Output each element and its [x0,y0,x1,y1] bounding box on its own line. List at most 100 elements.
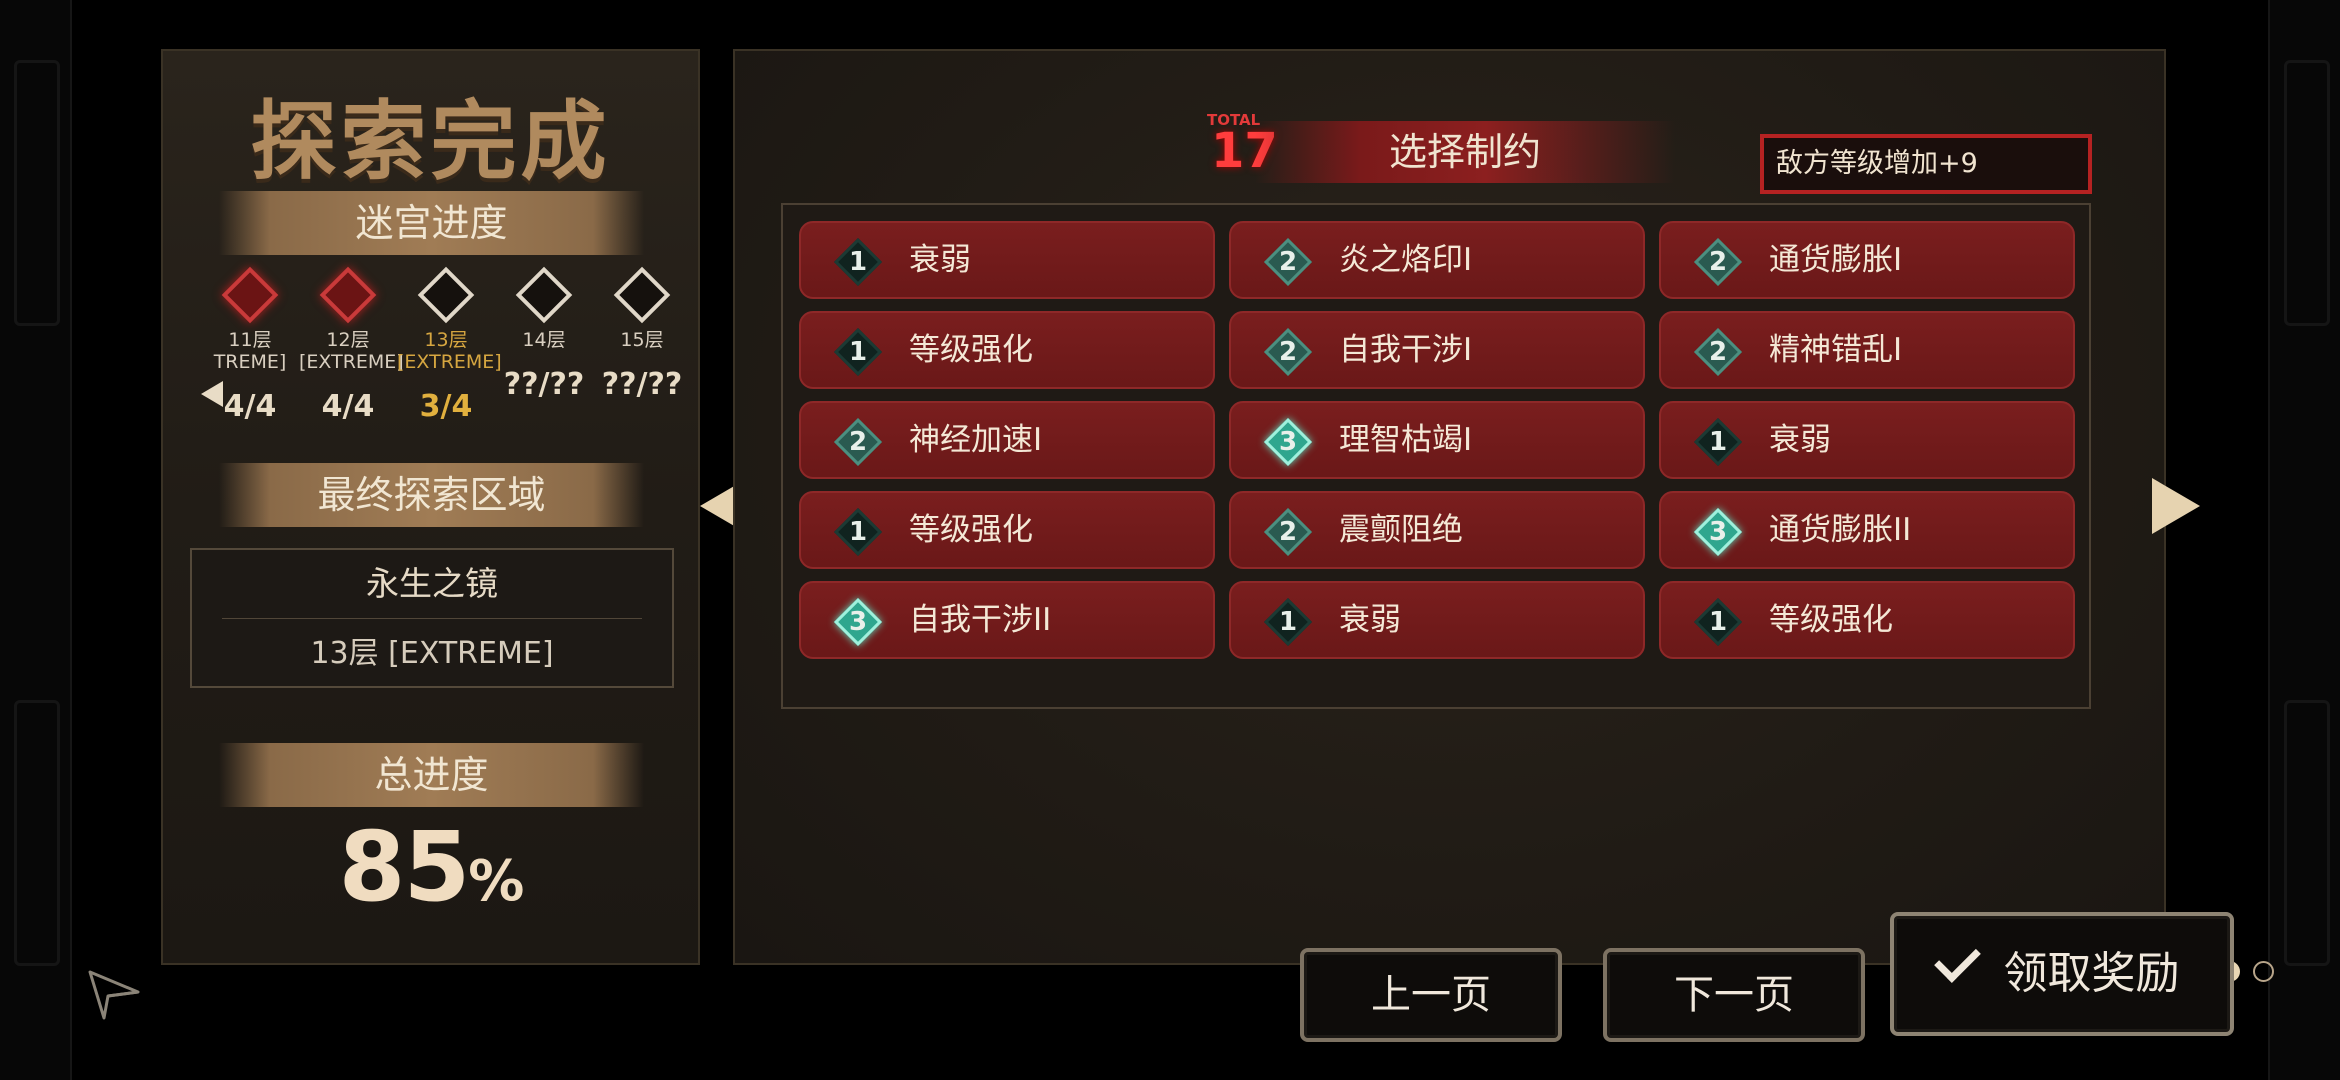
floor-count: 4/4 [321,389,375,424]
constraint-grid: 1 衰弱 2 炎之烙印I 2 通货膨胀I 1 等级强化 2 自我干涉I 2 精神错乱I 2 神经加速I 3 理… [799,221,2075,659]
constraint-name: 通货膨胀II [1769,512,1912,548]
floor-difficulty: [EXTREME] [397,351,502,373]
level-gem-icon: 2 [1693,327,1743,377]
level-gem-icon: 2 [1263,327,1313,377]
next-page-arrow-icon[interactable] [2152,478,2200,534]
constraint-name: 通货膨胀I [1769,242,1903,278]
floor-item: 13层 [EXTREME] 3/4 [397,261,502,424]
final-region-header: 最终探索区域 [219,463,644,527]
share-icon[interactable] [86,966,142,1022]
constraint-name: 等级强化 [909,512,1033,548]
floor-name: 11层 [228,329,272,351]
floor-item: 12层 [EXTREME] 4/4 [299,261,404,424]
constraint-name: 衰弱 [909,242,971,278]
constraint-name: 炎之烙印I [1339,242,1473,278]
total-progress-number: 85 [338,811,471,923]
constraint-level: 3 [1708,517,1728,547]
level-gem-icon: 2 [1693,237,1743,287]
final-region-box: 永生之镜 13层 [EXTREME] [190,548,674,688]
constraint-name: 精神错乱I [1769,332,1903,368]
constraint-item[interactable]: 1 衰弱 [1229,581,1645,659]
level-gem-icon: 1 [1693,417,1743,467]
maze-progress-header: 迷宫进度 [219,191,644,255]
level-gem-icon: 1 [833,237,883,287]
constraint-item[interactable]: 1 等级强化 [1659,581,2075,659]
constraint-item[interactable]: 2 精神错乱I [1659,311,2075,389]
region-name: 永生之镜 [366,564,498,603]
constraint-name: 震颤阻绝 [1339,512,1463,548]
constraint-item[interactable]: 1 等级强化 [799,491,1215,569]
floor-diamond-icon [515,266,573,324]
constraint-item[interactable]: 2 自我干涉I [1229,311,1645,389]
level-gem-icon: 3 [833,597,883,647]
constraint-level: 1 [1708,427,1728,457]
previous-page-button[interactable]: 上一页 [1300,948,1562,1042]
next-page-button[interactable]: 下一页 [1603,948,1865,1042]
constraint-name: 自我干涉II [909,602,1052,638]
constraint-item[interactable]: 3 自我干涉II [799,581,1215,659]
floor-diamond-icon [417,266,475,324]
constraint-level: 3 [1278,427,1298,457]
constraint-selection-panel: TOTAL 17 选择制约 敌方等级增加+9 1 衰弱 2 炎之烙印I 2 通货膨胀I 1 等… [733,49,2274,982]
frame-right-edge [2268,0,2340,1080]
floor-progress-list: 11层 TREME] 4/4 12层 [EXTREME] 4/4 13层 [EXTREME] 3… [193,261,682,424]
constraint-level: 2 [1708,337,1728,367]
claim-reward-button[interactable]: 领取奖励 [1890,912,2234,1036]
constraint-name: 衰弱 [1769,422,1831,458]
level-gem-icon: 2 [1263,507,1313,557]
constraint-item[interactable]: 2 神经加速I [799,401,1215,479]
constraint-name: 等级强化 [909,332,1033,368]
floor-count: ??/?? [601,367,683,402]
floor-difficulty: TREME] [213,351,287,373]
constraint-name: 衰弱 [1339,602,1401,638]
level-gem-icon: 1 [1693,597,1743,647]
constraint-item[interactable]: 1 衰弱 [799,221,1215,299]
constraint-item[interactable]: 2 炎之烙印I [1229,221,1645,299]
constraint-item[interactable]: 1 等级强化 [799,311,1215,389]
floor-diamond-icon [319,266,377,324]
constraint-level: 1 [848,517,868,547]
total-progress-value: 85% [163,811,698,923]
constraint-item[interactable]: 2 通货膨胀I [1659,221,2075,299]
floor-diamond-icon [221,266,279,324]
total-progress-header: 总进度 [219,743,644,807]
constraint-name: 等级强化 [1769,602,1893,638]
constraint-level: 2 [1708,247,1728,277]
constraint-level: 1 [1278,607,1298,637]
constraint-level: 2 [1278,517,1298,547]
floor-item: 11层 TREME] 4/4 [201,261,299,424]
floor-item: 14层 ??/?? [495,261,593,402]
constraint-item[interactable]: 2 震颤阻绝 [1229,491,1645,569]
level-gem-icon: 1 [833,327,883,377]
floor-diamond-icon [613,266,671,324]
claim-reward-label: 领取奖励 [2003,948,2180,999]
level-gem-icon: 1 [833,507,883,557]
level-gem-icon: 2 [833,417,883,467]
checkmark-icon [1933,936,1981,983]
floor-name: 14层 [522,329,566,351]
total-progress-unit: % [468,849,524,914]
floor-name: 13层 [424,329,468,351]
floor-name: 15层 [620,329,664,351]
constraint-item[interactable]: 3 通货膨胀II [1659,491,2075,569]
constraint-item[interactable]: 3 理智枯竭I [1229,401,1645,479]
constraint-level: 3 [848,607,868,637]
constraint-name: 自我干涉I [1339,332,1473,368]
floor-item: 15层 ??/?? [593,261,691,402]
page-title: 探索完成 [250,92,611,192]
constraint-level: 1 [1708,607,1728,637]
constraint-level: 1 [848,337,868,367]
constraint-name: 神经加速I [909,422,1043,458]
level-gem-icon: 3 [1693,507,1743,557]
constraint-item[interactable]: 1 衰弱 [1659,401,2075,479]
level-gem-icon: 2 [1263,237,1313,287]
divider [222,618,642,619]
frame-left-edge [0,0,72,1080]
floor-difficulty: [EXTREME] [299,351,404,373]
constraint-name: 理智枯竭I [1339,422,1473,458]
level-gem-icon: 1 [1263,597,1313,647]
floor-count: 4/4 [223,389,277,424]
enemy-level-field: 敌方等级增加+9 [1760,134,2092,194]
page-dot[interactable] [2253,961,2274,982]
constraint-grid-area: 1 衰弱 2 炎之烙印I 2 通货膨胀I 1 等级强化 2 自我干涉I 2 精神错乱I 2 神经加速I 3 理… [781,203,2091,709]
